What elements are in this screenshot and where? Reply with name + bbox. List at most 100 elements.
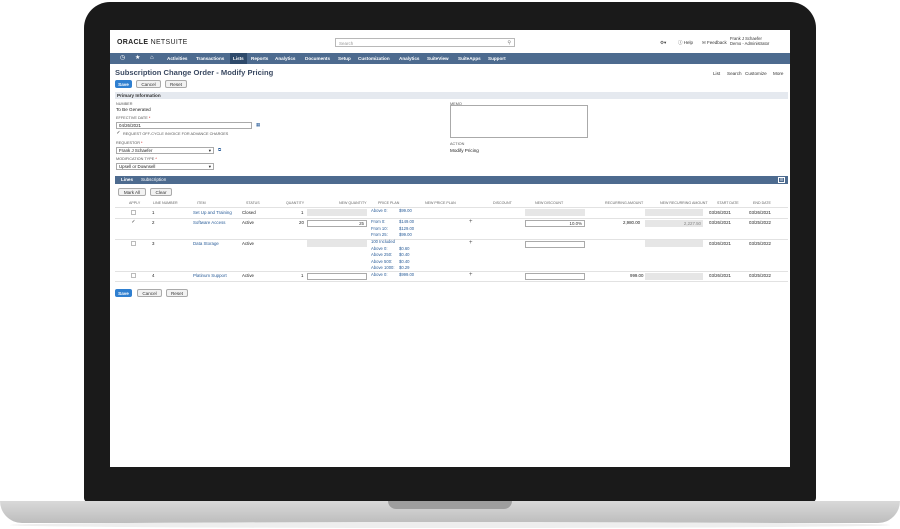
help-label: Help bbox=[683, 40, 694, 45]
end-date: 03/25/2022 bbox=[749, 273, 771, 278]
nav-reports[interactable]: Reports bbox=[248, 53, 271, 64]
more-link[interactable]: More bbox=[773, 71, 783, 76]
list-link[interactable]: List bbox=[713, 71, 720, 76]
modification-type-select[interactable]: Upsell or Downsell ▾ bbox=[116, 163, 214, 170]
status: Active bbox=[242, 220, 254, 225]
col-new-recurring-amount[interactable]: New Recurring Amount bbox=[660, 201, 708, 205]
help-link[interactable]: ⓘ Help bbox=[678, 40, 693, 46]
tab-lines[interactable]: Lines bbox=[117, 176, 137, 185]
collapse-icon[interactable]: ☰ bbox=[778, 177, 785, 183]
apply-checkbox-4[interactable] bbox=[131, 273, 136, 278]
start-date: 03/26/2021 bbox=[709, 210, 731, 215]
save-button[interactable]: Save bbox=[115, 80, 132, 88]
offcycle-checkbox[interactable]: ✓ bbox=[116, 131, 121, 136]
new-discount-input[interactable] bbox=[525, 241, 585, 248]
price-plan: Above 0: $999.00 bbox=[371, 272, 414, 279]
recent-records-icon[interactable]: ⚙▾ bbox=[660, 40, 666, 46]
user-menu[interactable]: Frank J Schaefer Demo - Administrator bbox=[730, 36, 769, 46]
new-price-plan-plus-icon[interactable]: + bbox=[469, 272, 473, 278]
effective-date-input[interactable]: 04/26/2021 bbox=[116, 122, 252, 129]
tier-label: From 25: bbox=[371, 232, 388, 238]
tab-subscription[interactable]: Subscription bbox=[137, 176, 170, 184]
row-divider bbox=[115, 281, 788, 282]
nav-support[interactable]: Support bbox=[485, 53, 509, 64]
reset-button-bottom[interactable]: Reset bbox=[166, 289, 188, 297]
col-price-plan[interactable]: Price Plan bbox=[378, 201, 399, 205]
tier-label: Above 500: bbox=[371, 258, 393, 264]
col-line-number[interactable]: Line Number bbox=[153, 201, 178, 205]
open-record-icon[interactable]: ⧉ bbox=[218, 147, 221, 152]
customize-link[interactable]: Customize bbox=[745, 71, 767, 76]
col-new-discount[interactable]: New Discount bbox=[535, 201, 563, 205]
tier-price: $149.00 bbox=[399, 219, 415, 224]
reset-button[interactable]: Reset bbox=[165, 80, 187, 88]
col-apply[interactable]: Apply bbox=[129, 201, 140, 205]
apply-checkbox-1[interactable] bbox=[131, 210, 136, 215]
recent-icon[interactable]: ◷ bbox=[120, 53, 125, 64]
feedback-link[interactable]: ✉ Feedback bbox=[702, 40, 727, 46]
modtype-value: Upsell or Downsell bbox=[119, 164, 156, 169]
number-label: Number bbox=[116, 102, 133, 106]
new-price-plan-plus-icon[interactable]: + bbox=[469, 240, 473, 246]
nav-analytics[interactable]: Analytics bbox=[272, 53, 298, 64]
requestor-select[interactable]: Frank J Schaefer ▾ bbox=[116, 147, 214, 154]
tier-label: 100 Included bbox=[371, 239, 395, 244]
item-link[interactable]: Software Access bbox=[193, 220, 225, 225]
start-date: 03/26/2021 bbox=[709, 220, 731, 225]
nav-activities[interactable]: Activities bbox=[164, 53, 190, 64]
requestor-value: Frank J Schaefer bbox=[119, 148, 153, 153]
item-link[interactable]: Platinum Support bbox=[193, 273, 227, 278]
new-quantity-input[interactable] bbox=[307, 273, 367, 280]
memo-textarea[interactable] bbox=[450, 105, 588, 138]
search-icon[interactable]: ⚲ bbox=[507, 39, 511, 48]
col-end-date[interactable]: End Date bbox=[753, 201, 771, 205]
calendar-icon[interactable]: ▦ bbox=[256, 122, 260, 128]
new-price-plan-plus-icon[interactable]: + bbox=[469, 219, 473, 225]
col-new-quantity[interactable]: New Quantity bbox=[339, 201, 367, 205]
modification-type-label: Modification Type * bbox=[116, 157, 157, 161]
required-mark: * bbox=[148, 116, 151, 120]
new-discount-input[interactable] bbox=[525, 273, 585, 280]
app-header: ORACLE NETSUITE Search ⚲ ⚙▾ ⓘ Help ✉ Fee… bbox=[110, 30, 790, 52]
search-link[interactable]: Search bbox=[727, 71, 742, 76]
nav-suiteapps[interactable]: SuiteApps bbox=[455, 53, 484, 64]
col-item[interactable]: Item bbox=[197, 201, 206, 205]
number-value: To Be Generated bbox=[116, 107, 151, 112]
item-link[interactable]: Set Up and Training bbox=[193, 210, 232, 215]
cancel-button[interactable]: Cancel bbox=[136, 80, 161, 88]
home-icon[interactable]: ⌂ bbox=[150, 53, 154, 64]
start-date: 03/26/2021 bbox=[709, 241, 731, 246]
nav-documents[interactable]: Documents bbox=[302, 53, 333, 64]
apply-checkbox-3[interactable] bbox=[131, 241, 136, 246]
clear-button[interactable]: Clear bbox=[150, 188, 172, 196]
netsuite-logo[interactable]: ORACLE NETSUITE bbox=[117, 39, 188, 46]
nav-setup[interactable]: Setup bbox=[335, 53, 354, 64]
item-link[interactable]: Data Storage bbox=[193, 241, 219, 246]
nav-transactions[interactable]: Transactions bbox=[193, 53, 227, 64]
nav-analytics-2[interactable]: Analytics bbox=[396, 53, 422, 64]
star-icon[interactable]: ★ bbox=[135, 53, 140, 64]
nav-suiteview[interactable]: SuiteView bbox=[424, 53, 452, 64]
new-quantity-input[interactable]: 25 bbox=[307, 220, 367, 227]
price-tier: Above 500: $0.40 bbox=[371, 258, 409, 266]
chevron-down-icon: ▾ bbox=[208, 148, 211, 153]
col-quantity[interactable]: Quantity bbox=[286, 201, 304, 205]
col-recurring-amount[interactable]: Recurring Amount bbox=[605, 201, 643, 205]
save-button-bottom[interactable]: Save bbox=[115, 289, 132, 297]
nav-lists[interactable]: Lists bbox=[230, 53, 247, 64]
col-new-price-plan[interactable]: New Price Plan bbox=[425, 201, 456, 205]
global-search-input[interactable]: Search ⚲ bbox=[335, 38, 515, 47]
nav-customization[interactable]: Customization bbox=[355, 53, 393, 64]
col-discount[interactable]: Discount bbox=[493, 201, 512, 205]
col-start-date[interactable]: Start Date bbox=[717, 201, 739, 205]
cancel-button-bottom[interactable]: Cancel bbox=[137, 289, 162, 297]
price-plan: 100 Included Above 0: $0.60 Above 250: $0.… bbox=[371, 239, 409, 272]
apply-checkbox-2[interactable]: ✓ bbox=[131, 220, 136, 225]
requestor-label: Requestor * bbox=[116, 141, 143, 145]
primary-info-header[interactable]: Primary Information bbox=[115, 92, 788, 99]
new-discount-input[interactable]: 10.0% bbox=[525, 220, 585, 227]
mark-all-button[interactable]: Mark All bbox=[118, 188, 146, 196]
modtype-label-text: Modification Type bbox=[116, 157, 155, 161]
effective-date-label: Effective Date * bbox=[116, 116, 150, 120]
col-status[interactable]: Status bbox=[246, 201, 260, 205]
